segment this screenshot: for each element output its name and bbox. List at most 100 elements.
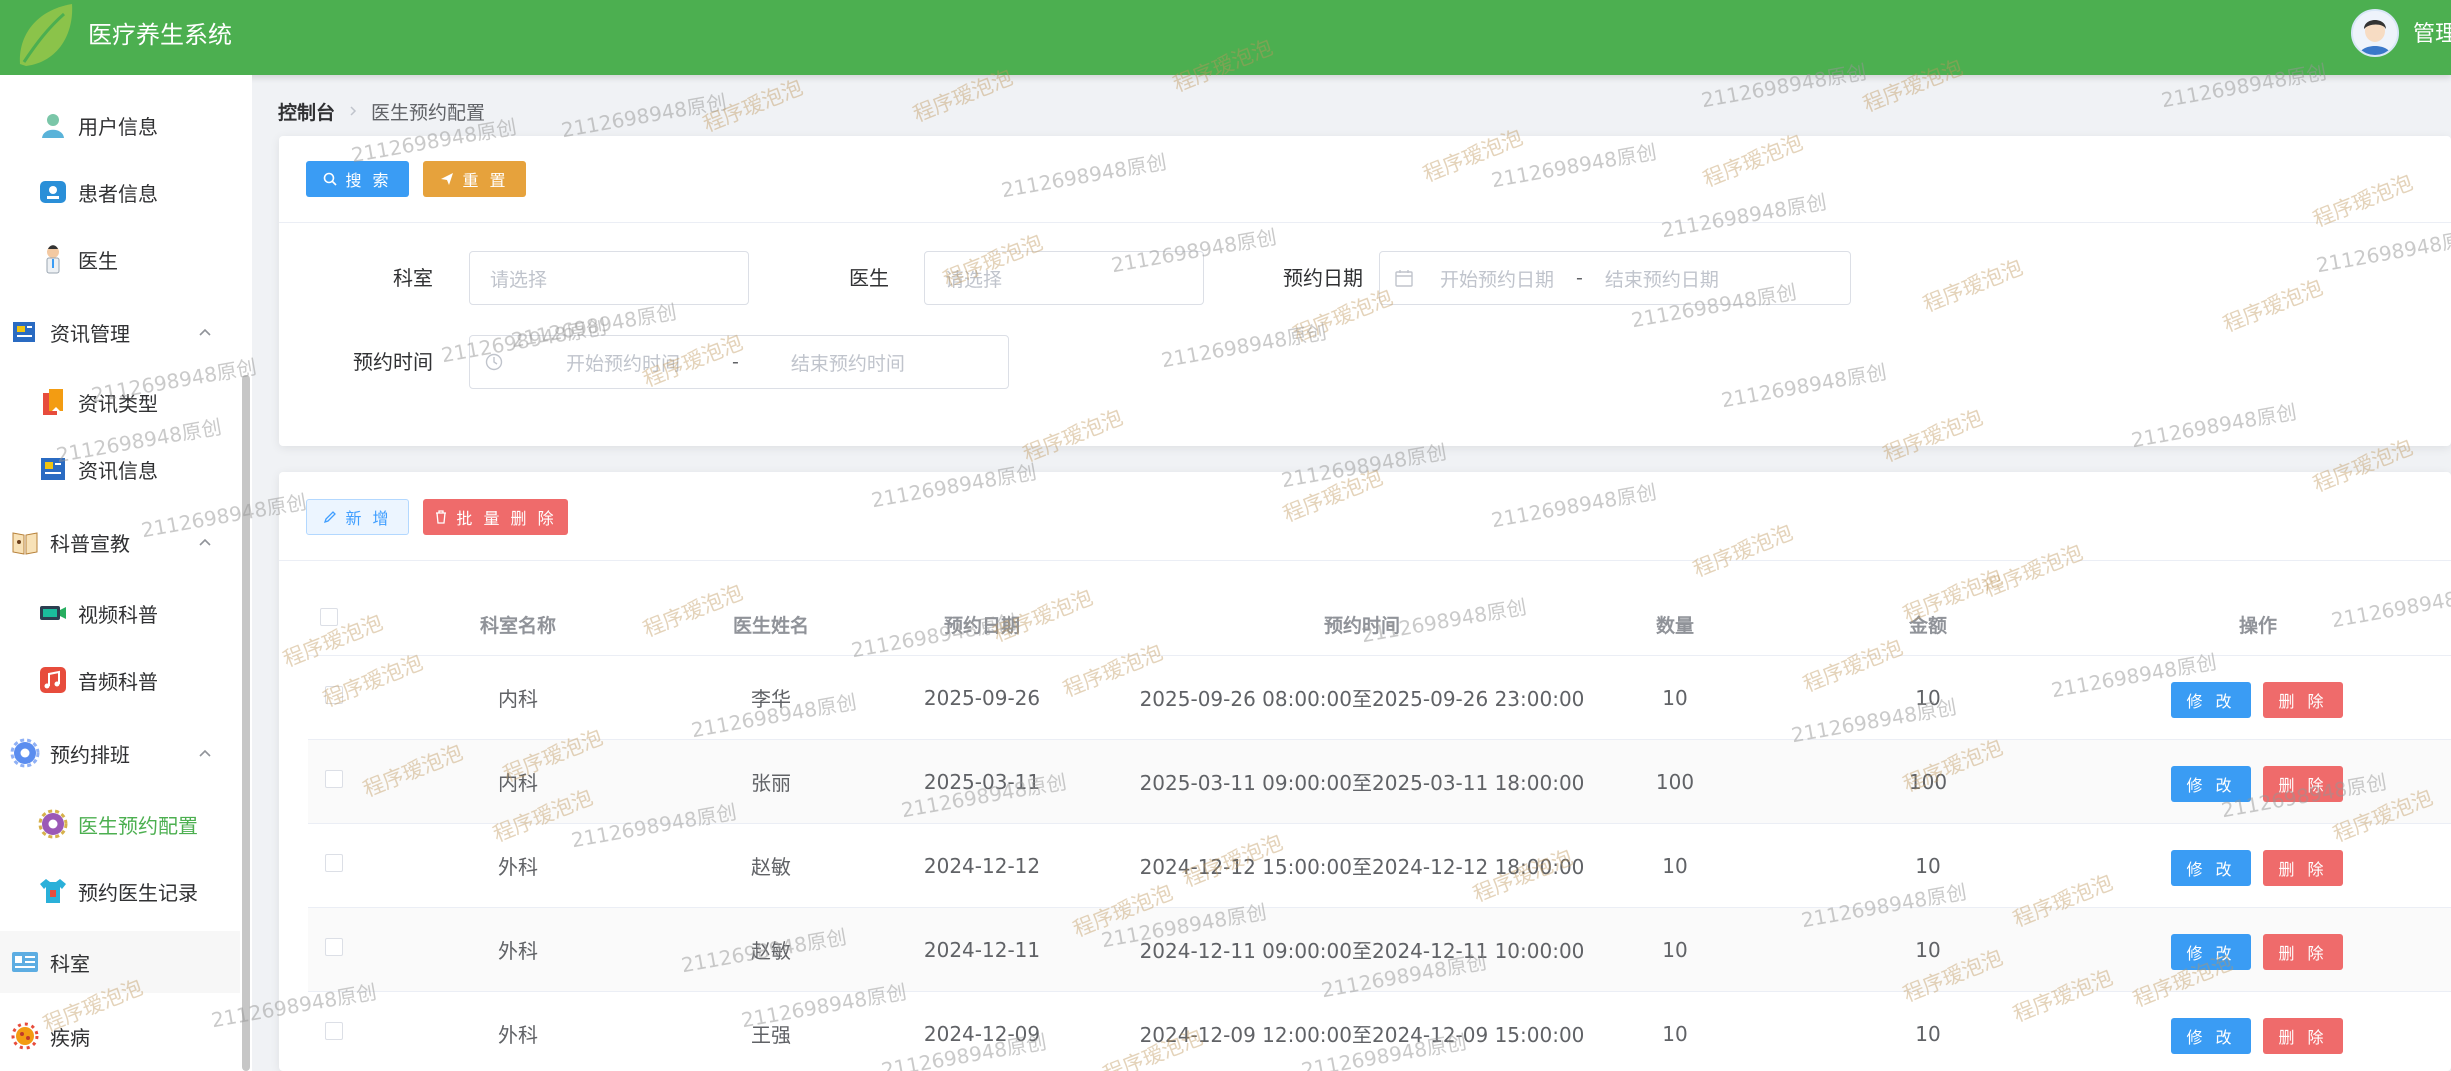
sidebar-item-news-type[interactable]: 资讯类型: [0, 371, 240, 433]
department-icon: [12, 952, 38, 972]
column-header-count: 数量: [1655, 615, 1694, 637]
select-all-checkbox[interactable]: [320, 608, 338, 626]
sidebar-item-label: 资讯类型: [78, 391, 158, 416]
doctor-select[interactable]: 请选择: [924, 251, 1204, 305]
cell-doctor: 赵敏: [751, 939, 791, 963]
cell-time: 2024-12-11 09:00:00至2024-12-11 10:00:00: [1139, 939, 1585, 963]
app-title: 医疗养生系统: [88, 21, 232, 49]
delete-button[interactable]: 删 除: [2263, 682, 2343, 718]
cell-count: 10: [1662, 1021, 1688, 1046]
cell-amount: 10: [1915, 1021, 1941, 1046]
sidebar-item-label: 患者信息: [78, 181, 158, 206]
cell-department: 外科: [498, 939, 538, 963]
sidebar-item-audio-science[interactable]: 音频科普: [0, 649, 240, 711]
sidebar-item-label: 医生预约配置: [78, 813, 198, 838]
row-checkbox[interactable]: [325, 854, 343, 872]
avatar[interactable]: [2351, 9, 2399, 57]
doctor-label: 医生: [849, 266, 889, 290]
search-button[interactable]: 搜 索: [306, 161, 409, 197]
sidebar-item-label: 科室: [50, 951, 90, 976]
watermark-text: 程序瑷泡泡: [699, 75, 807, 137]
date-label: 预约日期: [1283, 266, 1363, 290]
watermark-text: 2112698948原创: [559, 89, 729, 143]
batch-delete-button[interactable]: 批 量 删 除: [423, 499, 568, 535]
table-row: 外科 王强 2024-12-09 2024-12-09 12:00:00至202…: [308, 992, 2451, 1071]
time-end-input[interactable]: 结束预约时间: [791, 349, 905, 376]
cell-department: 外科: [498, 855, 538, 879]
time-start-input[interactable]: 开始预约时间: [566, 349, 680, 376]
row-checkbox[interactable]: [325, 686, 343, 704]
clock-icon: [485, 353, 503, 371]
sidebar-item-user-info[interactable]: 用户信息: [0, 94, 240, 156]
newspaper-icon: [13, 322, 35, 342]
cell-doctor: 王强: [751, 1023, 791, 1047]
cell-time: 2024-12-09 12:00:00至2024-12-09 15:00:00: [1139, 1023, 1585, 1047]
row-checkbox[interactable]: [325, 770, 343, 788]
sidebar-item-appointment-records[interactable]: 预约医生记录: [0, 860, 240, 922]
delete-button[interactable]: 删 除: [2263, 1018, 2343, 1054]
divider: [279, 560, 2451, 561]
row-checkbox[interactable]: [325, 1022, 343, 1040]
sidebar-item-label: 用户信息: [78, 114, 158, 139]
sidebar-item-patient-info[interactable]: 患者信息: [0, 161, 240, 223]
delete-button[interactable]: 删 除: [2263, 766, 2343, 802]
sidebar-item-label: 资讯信息: [78, 458, 158, 483]
search-panel: 搜 索 重 置 科室 请选择 医生 请选择 预约日期 开始预约日期 - 结束预约…: [279, 136, 2451, 446]
video-icon: [40, 606, 66, 620]
cell-time: 2024-12-12 15:00:00至2024-12-12 18:00:00: [1139, 855, 1585, 879]
date-start-input[interactable]: 开始预约日期: [1440, 265, 1554, 292]
cell-time: 2025-09-26 08:00:00至2025-09-26 23:00:00: [1139, 687, 1585, 711]
cell-count: 10: [1662, 937, 1688, 962]
sidebar-item-label: 医生: [78, 248, 118, 273]
book-icon: [12, 532, 38, 555]
sidebar-item-label: 音频科普: [78, 669, 158, 694]
edit-button[interactable]: 修 改: [2171, 766, 2251, 802]
delete-button[interactable]: 删 除: [2263, 934, 2343, 970]
department-select[interactable]: 请选择: [469, 251, 749, 305]
cell-amount: 10: [1915, 937, 1941, 962]
sidebar-group-science-education[interactable]: 科普宣教: [0, 511, 240, 573]
reset-button[interactable]: 重 置: [423, 161, 526, 197]
table-row: 外科 赵敏 2024-12-12 2024-12-12 15:00:00至202…: [308, 824, 2451, 908]
cell-date: 2025-09-26: [923, 685, 1041, 710]
cell-count: 100: [1655, 769, 1695, 794]
sidebar-item-department[interactable]: 科室: [0, 931, 240, 993]
breadcrumb-home[interactable]: 控制台: [278, 98, 335, 125]
cell-amount: 10: [1915, 853, 1941, 878]
cell-department: 内科: [498, 687, 538, 711]
sidebar-scrollbar[interactable]: [242, 375, 250, 1071]
sidebar-item-doctor[interactable]: 医生: [0, 228, 240, 290]
sidebar-group-appointment-schedule[interactable]: 预约排班: [0, 722, 240, 784]
row-checkbox[interactable]: [325, 938, 343, 956]
sidebar-item-news-info[interactable]: 资讯信息: [0, 438, 240, 500]
user-icon: [42, 114, 64, 138]
time-range-picker[interactable]: 开始预约时间 - 结束预约时间: [469, 335, 1009, 389]
sidebar-item-doctor-appointment-config[interactable]: 医生预约配置: [0, 793, 240, 855]
trash-icon: [436, 510, 447, 524]
delete-button[interactable]: 删 除: [2263, 850, 2343, 886]
date-end-input[interactable]: 结束预约日期: [1605, 265, 1719, 292]
sidebar-item-label: 预约医生记录: [78, 880, 198, 905]
sidebar-group-news-management[interactable]: 资讯管理: [0, 301, 240, 363]
edit-button[interactable]: 修 改: [2171, 850, 2251, 886]
edit-button[interactable]: 修 改: [2171, 1018, 2251, 1054]
sidebar-item-disease[interactable]: 疾病: [0, 1005, 240, 1067]
music-icon: [40, 667, 66, 693]
column-header-time: 预约时间: [1323, 615, 1400, 637]
edit-button[interactable]: 修 改: [2171, 682, 2251, 718]
sidebar-group-label: 资讯管理: [50, 321, 130, 346]
cell-doctor: 赵敏: [751, 855, 791, 879]
add-button[interactable]: 新 增: [306, 499, 409, 535]
virus-icon: [11, 1022, 39, 1050]
cell-date: 2024-12-12: [923, 853, 1041, 878]
time-label: 预约时间: [353, 350, 433, 374]
cell-doctor: 李华: [751, 687, 791, 711]
column-header-actions: 操作: [2238, 615, 2277, 637]
sidebar-group-label: 科普宣教: [50, 531, 130, 556]
department-label: 科室: [393, 266, 433, 290]
user-menu-label[interactable]: 管理: [2413, 0, 2451, 70]
edit-button[interactable]: 修 改: [2171, 934, 2251, 970]
edit-icon: [324, 511, 337, 524]
sidebar-item-video-science[interactable]: 视频科普: [0, 582, 240, 644]
date-range-picker[interactable]: 开始预约日期 - 结束预约日期: [1379, 251, 1851, 305]
